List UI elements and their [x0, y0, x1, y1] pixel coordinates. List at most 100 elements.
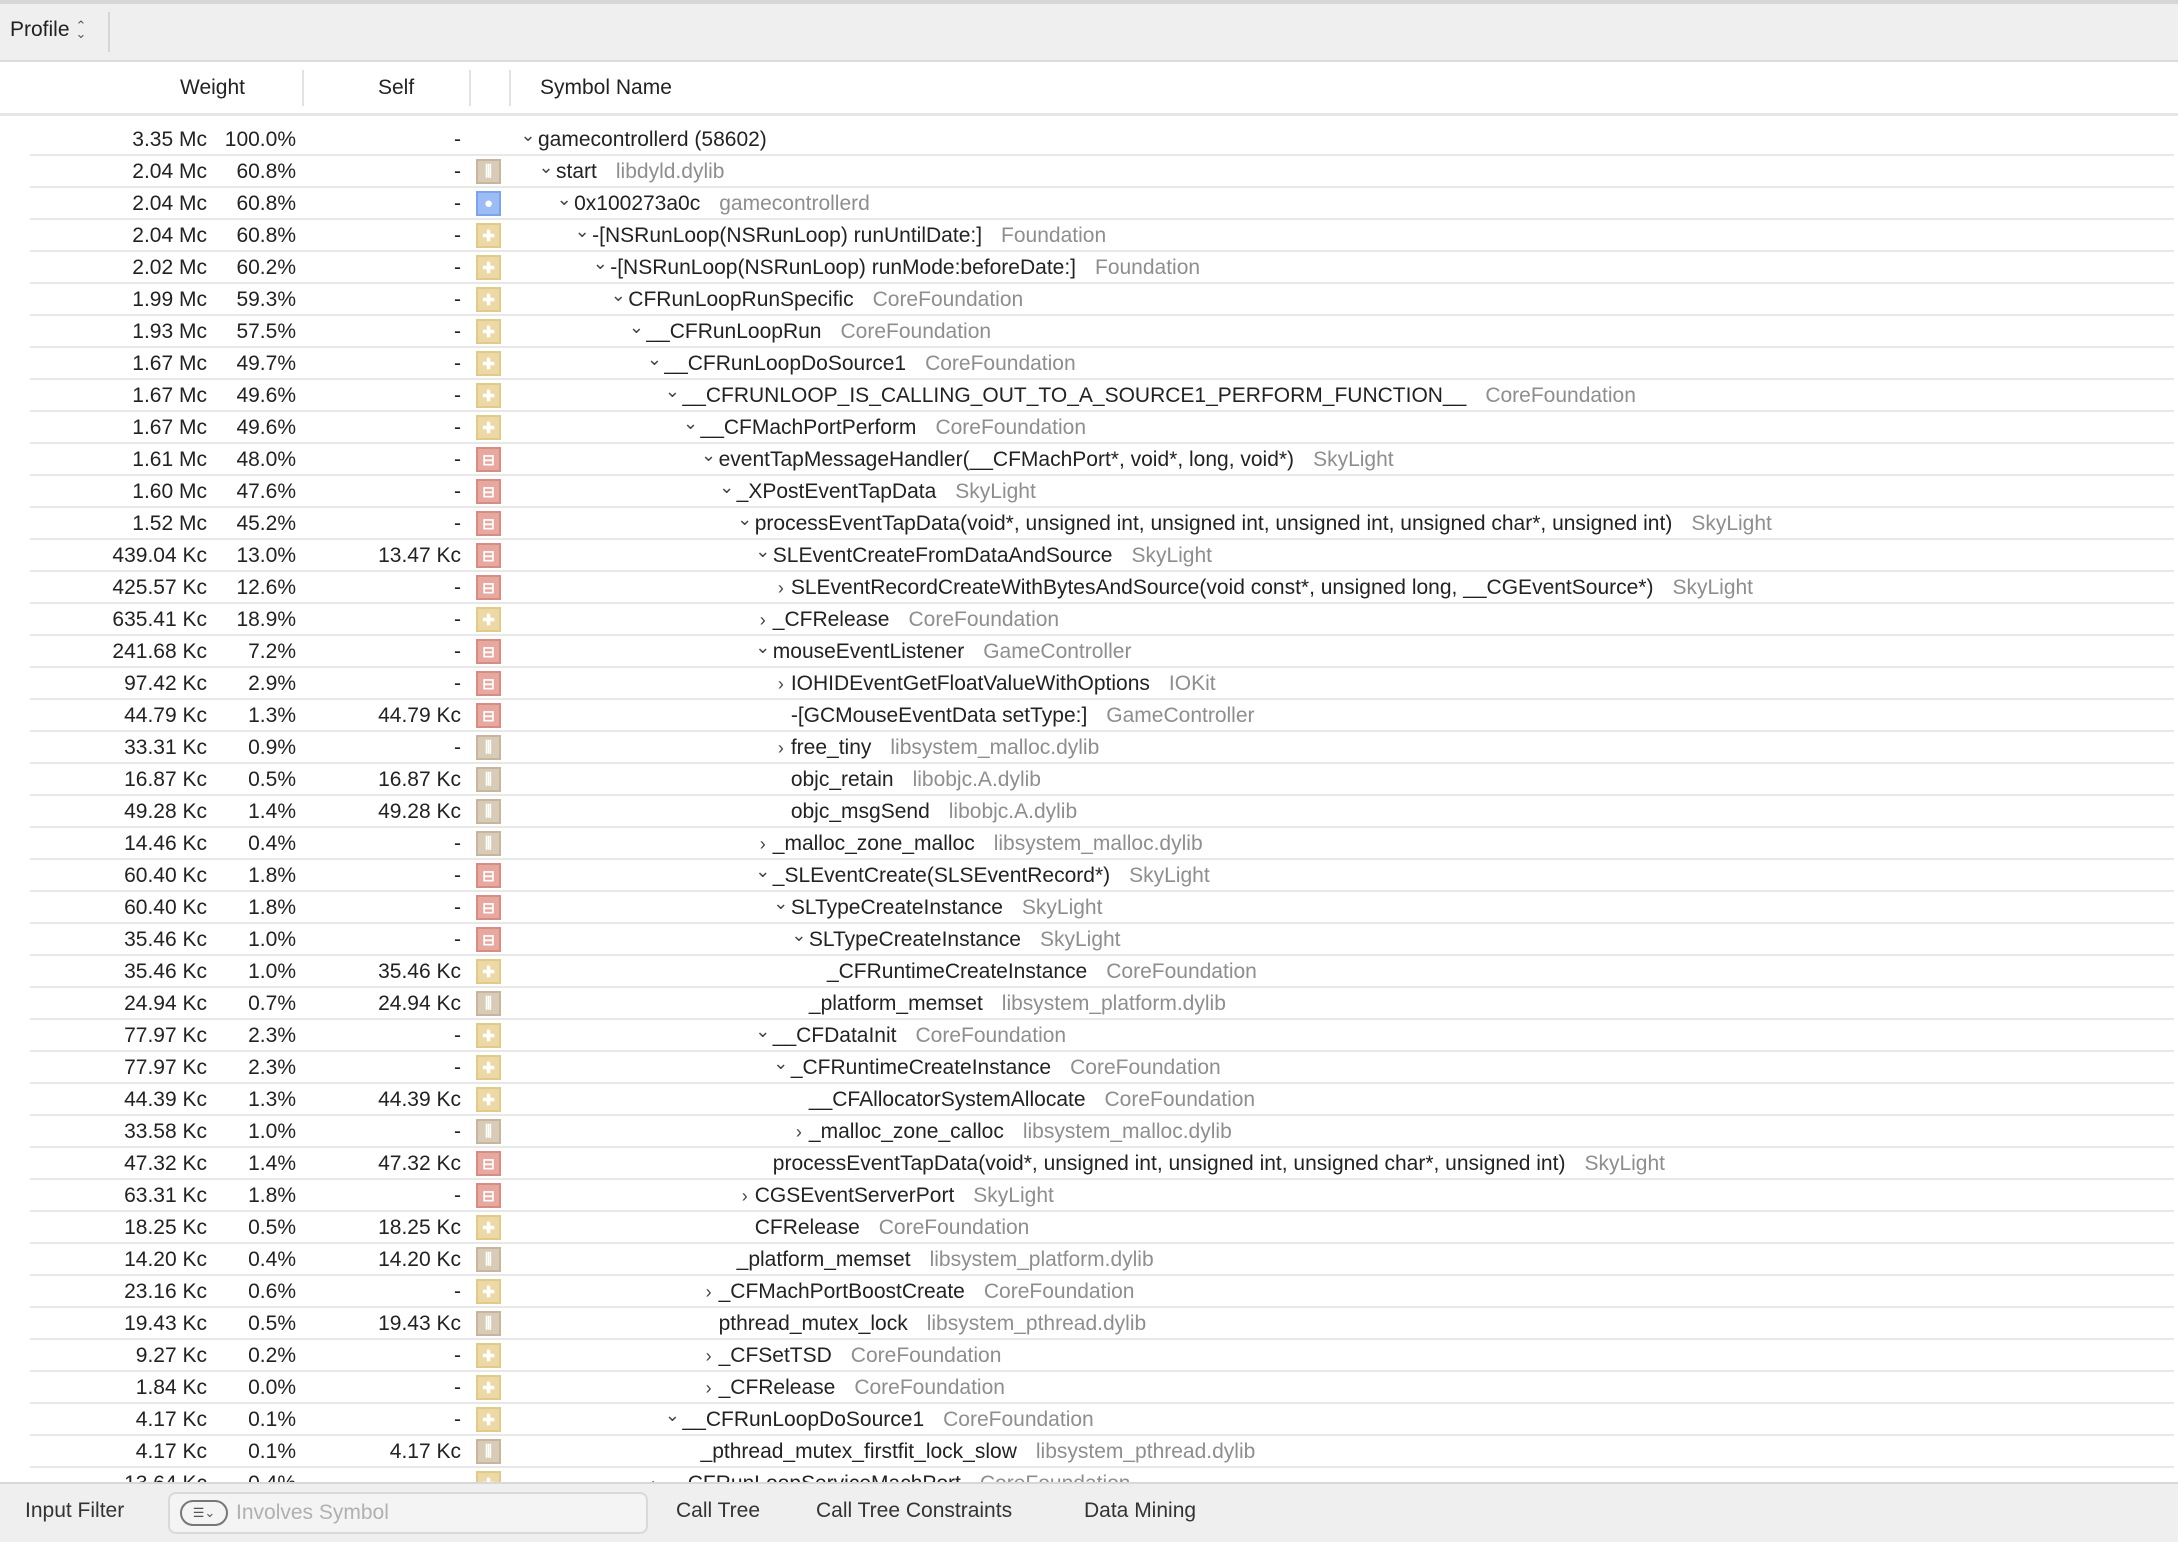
table-row[interactable]: 2.04 Mc 60.8% - ● ⌄ 0x100273a0c gamecontroller… — [0, 188, 2178, 220]
chevron-down-icon[interactable]: ⌄ — [662, 1405, 682, 1426]
symbol-name: __CFAllocatorSystemAllocate — [808, 1088, 1086, 1111]
chevron-down-icon[interactable]: ⌄ — [626, 317, 646, 338]
chevron-down-icon[interactable]: ⌄ — [753, 637, 773, 658]
chevron-right-icon[interactable]: › — [735, 1186, 755, 1207]
table-row[interactable]: 24.94 Kc 0.7% 24.94 Kc ⫼ _platform_memset lib… — [0, 988, 2178, 1020]
table-row[interactable]: 35.46 Kc 1.0% - ⊟ ⌄ SLTypeCreateInstance SkyLi… — [0, 924, 2178, 956]
weight-percent: 47.6% — [236, 480, 296, 503]
table-row[interactable]: 60.40 Kc 1.8% - ⊟ ⌄ SLTypeCreateInstance SkyLi… — [0, 892, 2178, 924]
table-row[interactable]: 1.60 Mc 47.6% - ⊟ ⌄ _XPostEventTapData SkyLigh… — [0, 476, 2178, 508]
table-row[interactable]: 60.40 Kc 1.8% - ⊟ ⌄ _SLEventCreate(SLSEventRe… — [0, 860, 2178, 892]
table-row[interactable]: 635.41 Kc 18.9% - ✚ › _CFRelease CoreFoundatio… — [0, 604, 2178, 636]
table-row[interactable]: 1.67 Mc 49.6% - ✚ ⌄ __CFRUNLOOP_IS_CALLING_OU… — [0, 380, 2178, 412]
chevron-down-icon[interactable]: ⌄ — [572, 221, 592, 242]
table-row[interactable]: 33.31 Kc 0.9% - ⫼ › free_tiny libsystem_malloc… — [0, 732, 2178, 764]
table-row[interactable]: 47.32 Kc 1.4% 47.32 Kc ⊟ processEventTapData… — [0, 1148, 2178, 1180]
table-row[interactable]: 1.61 Mc 48.0% - ⊟ ⌄ eventTapMessageHandler(__… — [0, 444, 2178, 476]
table-row[interactable]: 77.97 Kc 2.3% - ✚ ⌄ _CFRuntimeCreateInstance C… — [0, 1052, 2178, 1084]
table-row[interactable]: 425.57 Kc 12.6% - ⊟ › SLEventRecordCreateWith… — [0, 572, 2178, 604]
data-mining-button[interactable]: Data Mining — [1084, 1499, 1196, 1523]
chevron-right-icon[interactable]: › — [699, 1378, 719, 1399]
table-row[interactable]: 14.20 Kc 0.4% 14.20 Kc ⫼ _platform_memset lib… — [0, 1244, 2178, 1276]
chevron-down-icon[interactable]: ⌄ — [771, 893, 791, 914]
weight-percent: 1.4% — [248, 800, 296, 823]
table-row[interactable]: 4.17 Kc 0.1% - ✚ ⌄ __CFRunLoopDoSource1 CoreFo… — [0, 1404, 2178, 1436]
chevron-down-icon[interactable]: ⌄ — [662, 381, 682, 402]
involves-symbol-input[interactable] — [236, 1501, 616, 1525]
chevron-right-icon[interactable]: › — [771, 738, 791, 759]
weight-percent: 1.3% — [248, 704, 296, 727]
table-row[interactable]: 16.87 Kc 0.5% 16.87 Kc ⫼ objc_retain libobjc.… — [0, 764, 2178, 796]
chevron-down-icon[interactable]: ⌄ — [771, 1053, 791, 1074]
table-row[interactable]: 44.39 Kc 1.3% 44.39 Kc ✚ __CFAllocatorSystem… — [0, 1084, 2178, 1116]
chevron-right-icon[interactable]: › — [699, 1282, 719, 1303]
table-row[interactable]: 14.46 Kc 0.4% - ⫼ › _malloc_zone_malloc libsys… — [0, 828, 2178, 860]
chevron-down-icon[interactable]: ⌄ — [536, 157, 556, 178]
chevron-down-icon[interactable]: ⌄ — [753, 541, 773, 562]
filter-menu-icon[interactable]: ☰⌄ — [180, 1500, 228, 1526]
weight-percent: 49.6% — [236, 384, 296, 407]
framework-puzzle-icon: ✚ — [476, 1023, 501, 1048]
weight-percent: 0.1% — [248, 1408, 296, 1431]
symbol-name: processEventTapData(void*, unsigned int,… — [754, 512, 1673, 535]
column-symbol-name[interactable]: Symbol Name — [540, 76, 672, 100]
chevron-down-icon[interactable]: ⌄ — [717, 477, 737, 498]
table-row[interactable]: 4.17 Kc 0.1% 4.17 Kc ⫼ _pthread_mutex_firstf… — [0, 1436, 2178, 1468]
chevron-right-icon[interactable]: › — [771, 674, 791, 695]
chevron-down-icon[interactable]: ⌄ — [608, 285, 628, 306]
chevron-down-icon[interactable]: ⌄ — [590, 253, 610, 274]
table-row[interactable]: 1.67 Mc 49.6% - ✚ ⌄ __CFMachPortPerform CoreFo… — [0, 412, 2178, 444]
table-row[interactable]: 19.43 Kc 0.5% 19.43 Kc ⫼ pthread_mutex_lock l… — [0, 1308, 2178, 1340]
table-row[interactable]: 33.58 Kc 1.0% - ⫼ › _malloc_zone_calloc libsys… — [0, 1116, 2178, 1148]
profile-selector[interactable]: Profile ⌃ ⌄ — [10, 18, 86, 42]
chevron-down-icon[interactable]: ⌄ — [735, 509, 755, 530]
table-row[interactable]: 1.52 Mc 45.2% - ⊟ ⌄ processEventTapData(void*… — [0, 508, 2178, 540]
symbol-cell: ⌄ _CFRuntimeCreateInstance CoreFoundation — [771, 1053, 1220, 1080]
table-row[interactable]: 18.25 Kc 0.5% 18.25 Kc ✚ CFRelease CoreFounda… — [0, 1212, 2178, 1244]
table-row[interactable]: 77.97 Kc 2.3% - ✚ ⌄ __CFDataInit CoreFoundatio… — [0, 1020, 2178, 1052]
chevron-right-icon[interactable]: › — [789, 1122, 809, 1143]
table-row[interactable]: 1.67 Mc 49.7% - ✚ ⌄ __CFRunLoopDoSource1 CoreF… — [0, 348, 2178, 380]
table-row[interactable]: 23.16 Kc 0.6% - ✚ › _CFMachPortBoostCreate Cor… — [0, 1276, 2178, 1308]
table-row[interactable]: 2.04 Mc 60.8% - ✚ ⌄ -[NSRunLoop(NSRunLoop) ru… — [0, 220, 2178, 252]
table-row[interactable]: 97.42 Kc 2.9% - ⊟ › IOHIDEventGetFloatValueWi… — [0, 668, 2178, 700]
table-row[interactable]: 3.35 Mc 100.0% - ⌄ gamecontrollerd (58602) — [0, 124, 2178, 156]
call-tree-constraints-button[interactable]: Call Tree Constraints — [816, 1499, 1012, 1523]
table-row[interactable]: 35.46 Kc 1.0% 35.46 Kc ✚ _CFRuntimeCreateIns… — [0, 956, 2178, 988]
chevron-down-icon[interactable]: ⌄ — [753, 1021, 773, 1042]
column-self[interactable]: Self — [378, 76, 414, 100]
table-row[interactable]: 1.84 Kc 0.0% - ✚ › _CFRelease CoreFoundation — [0, 1372, 2178, 1404]
table-row[interactable]: 2.04 Mc 60.8% - ⫼ ⌄ start libdyld.dylib — [0, 156, 2178, 188]
library-name: SkyLight — [1021, 896, 1103, 919]
weight-percent: 60.8% — [236, 192, 296, 215]
call-tree-button[interactable]: Call Tree — [676, 1499, 760, 1523]
self-value: - — [454, 608, 461, 631]
table-row[interactable]: 439.04 Kc 13.0% 13.47 Kc ⊟ ⌄ SLEventCreateFro… — [0, 540, 2178, 572]
involves-symbol-filter[interactable]: ☰⌄ — [168, 1492, 648, 1534]
symbol-cell: ⌄ processEventTapData(void*, unsigned int… — [735, 509, 1772, 536]
chevron-down-icon[interactable]: ⌄ — [644, 349, 664, 370]
column-weight[interactable]: Weight — [180, 76, 245, 100]
chevron-right-icon[interactable]: › — [753, 610, 773, 631]
table-row[interactable]: 1.93 Mc 57.5% - ✚ ⌄ __CFRunLoopRun CoreFoundat… — [0, 316, 2178, 348]
table-row[interactable]: 1.99 Mc 59.3% - ✚ ⌄ CFRunLoopRunSpecific CoreF… — [0, 284, 2178, 316]
chevron-right-icon[interactable]: › — [753, 834, 773, 855]
chevron-down-icon[interactable]: ⌄ — [699, 445, 719, 466]
table-row[interactable]: 49.28 Kc 1.4% 49.28 Kc ⫼ objc_msgSend libobjc… — [0, 796, 2178, 828]
chevron-right-icon[interactable]: › — [644, 1474, 664, 1483]
symbol-cell: ⌄ eventTapMessageHandler(__CFMachPort*, v… — [699, 445, 1394, 472]
chevron-down-icon[interactable]: ⌄ — [554, 189, 574, 210]
table-row[interactable]: 241.68 Kc 7.2% - ⊟ ⌄ mouseEventListener GameCo… — [0, 636, 2178, 668]
table-row[interactable]: 44.79 Kc 1.3% 44.79 Kc ⊟ -[GCMouseEventData … — [0, 700, 2178, 732]
chevron-right-icon[interactable]: › — [699, 1346, 719, 1367]
symbol-cell: CFRelease CoreFoundation — [735, 1216, 1030, 1240]
table-row[interactable]: 63.31 Kc 1.8% - ⊟ › CGSEventServerPort SkyLigh… — [0, 1180, 2178, 1212]
chevron-down-icon[interactable]: ⌄ — [753, 861, 773, 882]
chevron-down-icon[interactable]: ⌄ — [518, 125, 538, 146]
chevron-down-icon[interactable]: ⌄ — [681, 413, 701, 434]
chevron-right-icon[interactable]: › — [771, 578, 791, 599]
table-row[interactable]: 2.02 Mc 60.2% - ✚ ⌄ -[NSRunLoop(NSRunLoop) ru… — [0, 252, 2178, 284]
chevron-down-icon[interactable]: ⌄ — [789, 925, 809, 946]
table-row[interactable]: 13.64 Kc 0.4% ✚ ›__CFRunLoopServiceMachPort… — [0, 1468, 2178, 1482]
table-row[interactable]: 9.27 Kc 0.2% - ✚ › _CFSetTSD CoreFoundation — [0, 1340, 2178, 1372]
